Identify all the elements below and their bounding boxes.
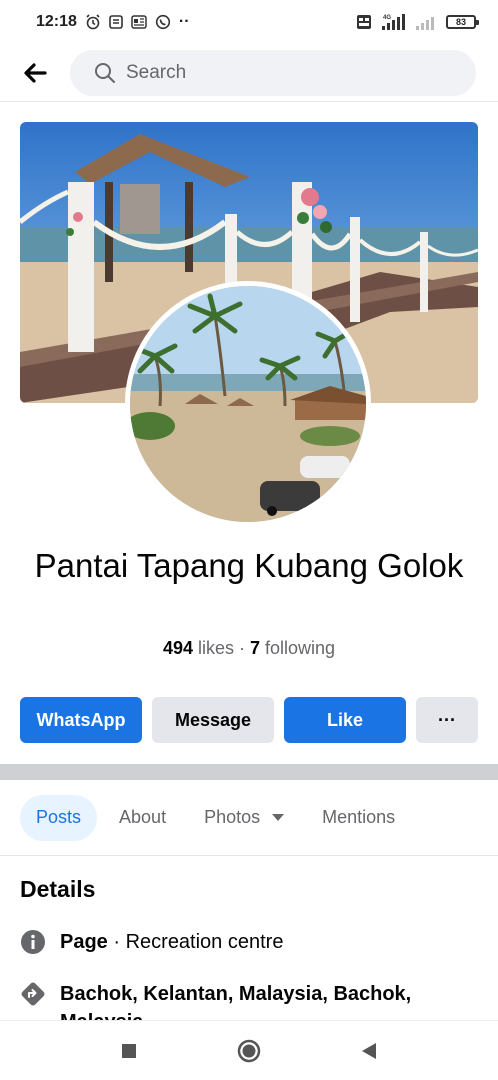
profile-picture[interactable] [125, 281, 371, 527]
whatsapp-status-icon [155, 14, 171, 30]
volte-icon [356, 14, 372, 30]
battery-icon: 83 [446, 15, 479, 29]
tab-posts-label: Posts [36, 807, 82, 827]
tab-photos-label: Photos [204, 807, 261, 827]
caret-down-icon [272, 814, 285, 821]
tab-photos[interactable]: Photos [188, 795, 300, 841]
likes-count: 494 [162, 638, 193, 658]
category-label: Page [60, 931, 108, 953]
svg-text:4G: 4G [383, 15, 391, 21]
page-title: Pantai Tapang Kubang Golok [34, 547, 464, 584]
section-divider [0, 764, 498, 780]
news-icon [131, 15, 147, 29]
circle-icon [237, 1039, 261, 1062]
tab-posts[interactable]: Posts [20, 794, 98, 841]
like-button[interactable]: Like [284, 697, 406, 743]
system-nav-bar [0, 1020, 498, 1080]
page-stats: 494 likes · 7 following [0, 638, 498, 659]
details-heading: Details [20, 876, 96, 902]
message-button[interactable]: Message [152, 697, 274, 743]
notes-icon [109, 15, 123, 29]
following-label: following [260, 638, 336, 658]
home-button[interactable] [234, 1036, 264, 1066]
system-back-button[interactable] [354, 1036, 384, 1066]
profile-tabs: Posts About Photos Mentions [0, 780, 498, 856]
battery-level: 83 [455, 17, 466, 27]
tab-about[interactable]: About [103, 795, 182, 841]
tab-about-label: About [119, 807, 167, 827]
category-text: Page · Recreation centre [60, 928, 283, 956]
detail-category: Page · Recreation centre [20, 928, 283, 956]
search-input[interactable] [126, 61, 426, 84]
profile-picture-image [130, 286, 366, 522]
back-button[interactable] [0, 44, 70, 102]
directions-icon [20, 981, 46, 1007]
triangle-back-icon [362, 1042, 376, 1059]
status-right: 4G 83 [356, 13, 479, 31]
stats-separator: · [234, 638, 250, 658]
signal-4g-icon: 4G [380, 13, 406, 31]
tab-mentions[interactable]: Mentions [306, 795, 411, 841]
following-count: 7 [250, 638, 261, 658]
likes-label: likes [192, 638, 234, 658]
more-notifications-icon: ·· [178, 13, 190, 30]
square-icon [122, 1043, 136, 1058]
search-bar[interactable] [70, 49, 476, 96]
search-icon [95, 62, 115, 83]
recent-apps-button[interactable] [114, 1036, 144, 1066]
category-value: · Recreation centre [107, 931, 284, 953]
arrow-left-icon [24, 62, 47, 83]
tab-mentions-label: Mentions [322, 807, 396, 827]
alarm-icon [85, 14, 101, 30]
whatsapp-button[interactable]: WhatsApp [20, 697, 142, 743]
top-header [0, 44, 498, 102]
status-time: 12:18 [36, 13, 77, 30]
action-buttons: WhatsApp Message Like ··· [20, 697, 478, 743]
status-left: 12:18 ·· [36, 13, 190, 31]
signal-sim2-icon [414, 13, 438, 31]
status-bar: 12:18 ·· 4G 83 [0, 0, 498, 44]
info-icon [20, 929, 46, 955]
more-options-button[interactable]: ··· [416, 697, 478, 743]
